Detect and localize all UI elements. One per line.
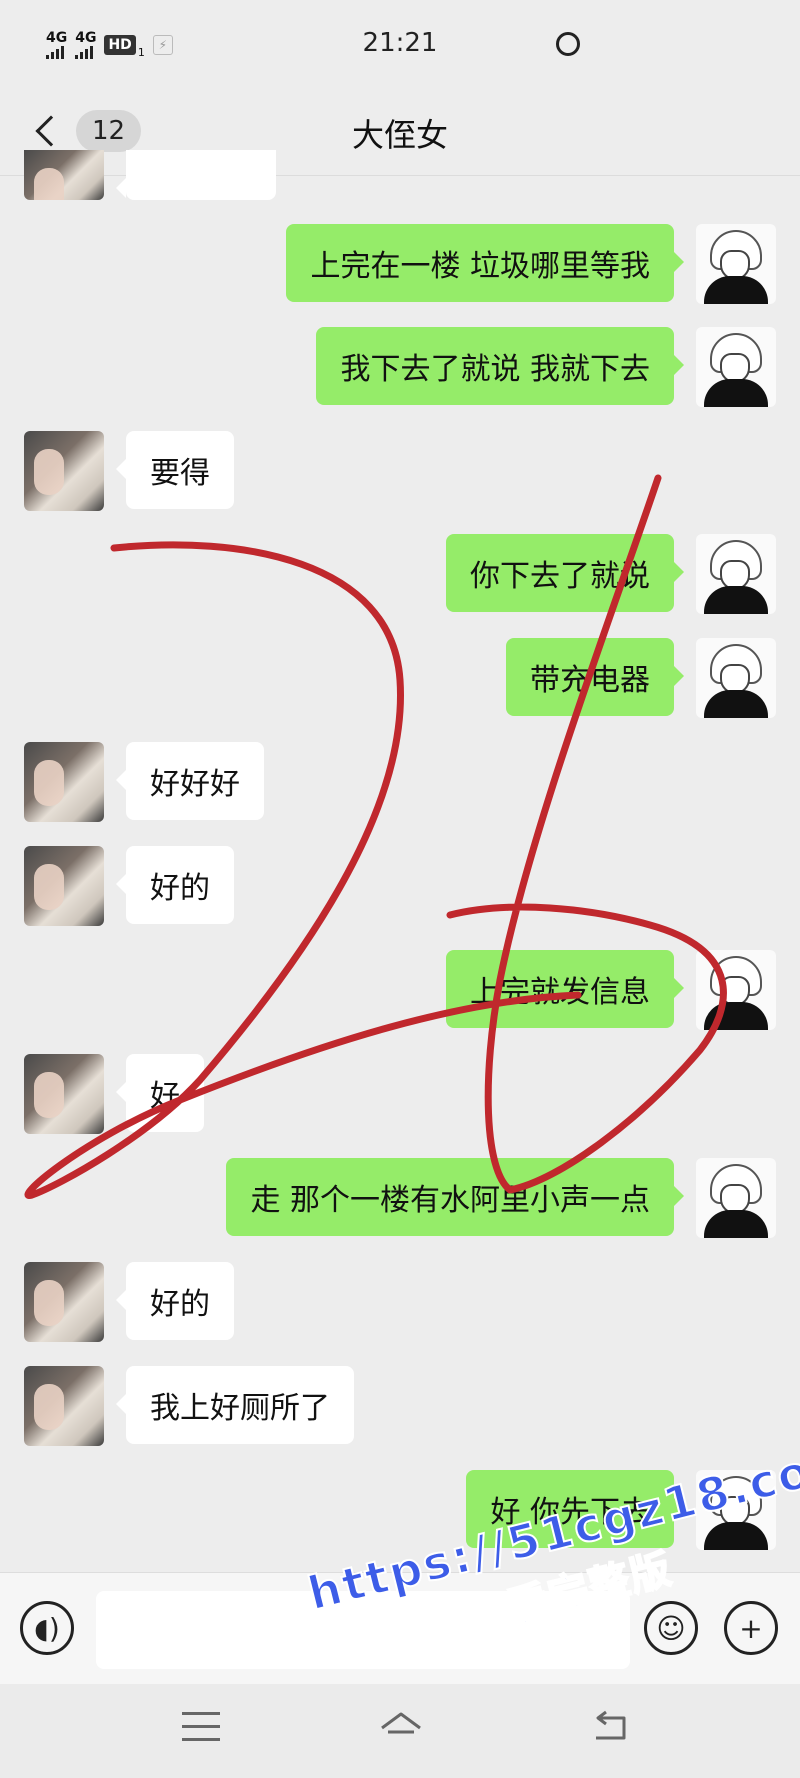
message-bubble-incoming[interactable]: 好的 [116,846,234,924]
menu-icon[interactable] [182,1712,220,1742]
home-icon[interactable] [378,1710,424,1746]
my-avatar[interactable] [696,224,776,304]
status-bar: 4G 4G HD 1 ⚡ 21:21 [0,0,800,92]
message-bubble-incoming[interactable]: 好 [116,1054,204,1132]
message-bubble-incoming[interactable]: 要得 [116,431,234,509]
contact-avatar[interactable] [24,431,104,511]
back-nav-icon[interactable] [590,1710,630,1744]
chat-header: 12 大侄女 [0,92,800,176]
contact-avatar[interactable] [24,1262,104,1342]
contact-avatar[interactable] [24,846,104,926]
contact-avatar[interactable] [24,1054,104,1134]
voice-icon[interactable]: ◖) [20,1601,74,1655]
chat-title: 大侄女 [351,116,448,154]
message-bubble-outgoing[interactable]: 上完在一楼 垃圾哪里等我 [286,224,684,302]
message-bubble-outgoing[interactable]: 走 那个一楼有水阿里小声一点 [226,1158,684,1236]
message-bubble-outgoing[interactable]: 上完就发信息 [446,950,684,1028]
message-bubble-incoming[interactable]: 好好好 [116,742,264,820]
alarm-icon [556,32,580,56]
message-bubble-incoming[interactable]: 我上好厕所了 [116,1366,354,1444]
my-avatar[interactable] [696,638,776,718]
message-bubble-outgoing[interactable]: 你下去了就说 [446,534,684,612]
system-nav-bar [0,1684,800,1778]
message-bubble-incoming[interactable] [116,150,276,200]
my-avatar[interactable] [696,327,776,407]
contact-avatar[interactable] [24,150,104,200]
clock: 21:21 [362,28,438,58]
my-avatar[interactable] [696,950,776,1030]
message-bubble-outgoing[interactable]: 我下去了就说 我就下去 [316,327,684,405]
my-avatar[interactable] [696,534,776,614]
message-bubble-incoming[interactable]: 好的 [116,1262,234,1340]
contact-avatar[interactable] [24,742,104,822]
message-bubble-outgoing[interactable]: 带充电器 [506,638,684,716]
my-avatar[interactable] [696,1158,776,1238]
contact-avatar[interactable] [24,1366,104,1446]
